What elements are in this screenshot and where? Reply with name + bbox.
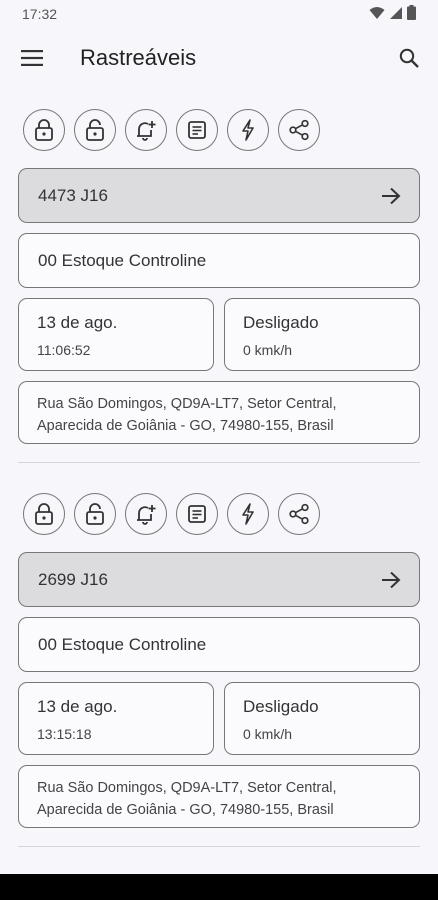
- status-card: Desligado 0 kmk/h: [224, 298, 420, 371]
- system-nav-bar: [0, 874, 438, 900]
- address-line-1: Rua São Domingos, QD9A-LT7, Setor Centra…: [37, 396, 337, 412]
- share-button[interactable]: [278, 493, 320, 535]
- unlock-button[interactable]: [74, 493, 116, 535]
- date-label: 13 de ago.: [37, 313, 118, 332]
- alert-add-icon: [137, 505, 156, 525]
- unlock-icon: [86, 503, 104, 525]
- status-icons: [369, 5, 416, 23]
- group-label: 00 Estoque Controline: [38, 634, 207, 654]
- plate-card[interactable]: 4473 J16: [18, 168, 420, 223]
- time-label: 11:06:52: [37, 342, 91, 358]
- speed-label: 0 kmk/h: [243, 726, 293, 742]
- date-label: 13 de ago.: [37, 697, 118, 716]
- arrow-right-icon: [382, 187, 401, 204]
- address-card: Rua São Domingos, QD9A-LT7, Setor Centra…: [18, 765, 420, 828]
- arrow-right-icon: [382, 571, 401, 588]
- datetime-card: 13 de ago. 13:15:18: [18, 682, 214, 755]
- action-row: [18, 492, 420, 536]
- address-line-2: Aparecida de Goiânia - GO, 74980-155, Br…: [37, 418, 334, 434]
- unlock-icon: [86, 119, 104, 141]
- status-card: Desligado 0 kmk/h: [224, 682, 420, 755]
- lock-button[interactable]: [23, 109, 65, 151]
- report-button[interactable]: [176, 493, 218, 535]
- report-button[interactable]: [176, 109, 218, 151]
- search-button[interactable]: [392, 41, 426, 75]
- unlock-button[interactable]: [74, 109, 116, 151]
- plate-card[interactable]: 2699 J16: [18, 552, 420, 607]
- power-button[interactable]: [227, 493, 269, 535]
- signal-icon: [389, 6, 403, 23]
- group-card: 00 Estoque Controline: [18, 617, 420, 672]
- power-icon: [242, 119, 254, 141]
- group-card: 00 Estoque Controline: [18, 233, 420, 288]
- tracker-item: 4473 J16 00 Estoque Controline 13 de ago…: [0, 108, 438, 444]
- add-alert-button[interactable]: [125, 493, 167, 535]
- action-row: [18, 108, 420, 152]
- alert-add-icon: [137, 121, 156, 141]
- plate-label: 4473 J16: [38, 185, 108, 205]
- report-icon: [188, 505, 206, 523]
- speed-label: 0 kmk/h: [243, 342, 293, 358]
- group-label: 00 Estoque Controline: [38, 250, 207, 270]
- plate-label: 2699 J16: [38, 569, 108, 589]
- datetime-card: 13 de ago. 11:06:52: [18, 298, 214, 371]
- search-icon: [399, 48, 419, 68]
- report-icon: [188, 121, 206, 139]
- lock-icon: [35, 503, 53, 525]
- info-row: 13 de ago. 13:15:18 Desligado 0 kmk/h: [18, 682, 420, 755]
- share-icon: [289, 119, 309, 141]
- ignition-label: Desligado: [243, 697, 319, 716]
- time-label: 13:15:18: [37, 726, 92, 742]
- lock-icon: [35, 119, 53, 141]
- address-line-2: Aparecida de Goiânia - GO, 74980-155, Br…: [37, 802, 334, 818]
- power-button[interactable]: [227, 109, 269, 151]
- address-card: Rua São Domingos, QD9A-LT7, Setor Centra…: [18, 381, 420, 444]
- info-row: 13 de ago. 11:06:52 Desligado 0 kmk/h: [18, 298, 420, 371]
- add-alert-button[interactable]: [125, 109, 167, 151]
- menu-icon: [21, 50, 43, 66]
- app-bar: Rastreáveis: [0, 28, 438, 88]
- divider: [18, 846, 420, 847]
- share-icon: [289, 503, 309, 525]
- status-time: 17:32: [22, 6, 58, 22]
- ignition-label: Desligado: [243, 313, 319, 332]
- battery-icon: [407, 5, 416, 23]
- wifi-icon: [369, 6, 385, 23]
- lock-button[interactable]: [23, 493, 65, 535]
- address-line-1: Rua São Domingos, QD9A-LT7, Setor Centra…: [37, 780, 337, 796]
- page-title: Rastreáveis: [80, 45, 197, 70]
- power-icon: [242, 503, 254, 525]
- status-bar: 17:32: [0, 0, 438, 28]
- menu-button[interactable]: [18, 44, 46, 72]
- tracker-item: 2699 J16 00 Estoque Controline 13 de ago…: [0, 492, 438, 828]
- divider: [18, 462, 420, 463]
- share-button[interactable]: [278, 109, 320, 151]
